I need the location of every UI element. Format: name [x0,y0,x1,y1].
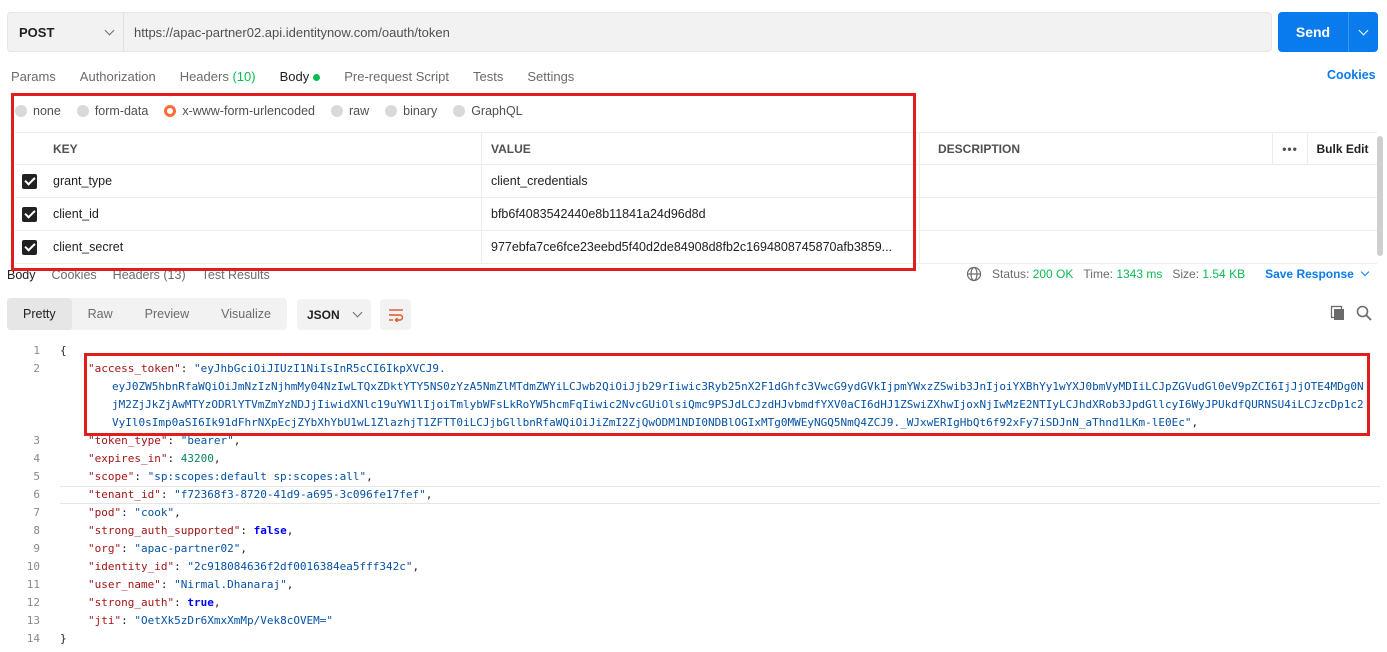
highlight-box-request-body [11,93,916,271]
response-tools [1330,305,1372,321]
line-number: 12 [26,596,40,609]
json-value: false [253,524,287,537]
tab-settings[interactable]: Settings [527,69,574,84]
view-raw[interactable]: Raw [72,298,129,330]
size-value: 1.54 KB [1202,267,1246,281]
more-options-button[interactable]: ••• [1272,133,1307,164]
code-line: "pod": "cook", [88,506,181,519]
method-label: POST [19,24,55,40]
bulk-edit-button[interactable]: Bulk Edit [1307,133,1377,164]
json-value: 43200 [180,452,214,465]
view-visualize[interactable]: Visualize [205,298,287,330]
line-number: 7 [33,506,40,519]
code-line: "jti": "OetXk5zDr6XmxXmMp/Vek8cOVEM=" [88,614,334,627]
tab-authorization[interactable]: Authorization [80,69,156,84]
table-scrollbar[interactable] [1377,136,1383,256]
time-info: Time: 1343 ms [1083,267,1162,281]
highlight-box-access-token [84,353,1370,436]
json-value: "2c918084636f2df0016384ea5fff342c" [187,560,413,573]
code-line: "scope": "sp:scopes:default sp:scopes:al… [88,470,373,483]
chevron-down-icon [104,25,115,35]
line-number: 4 [33,452,40,465]
view-pretty[interactable]: Pretty [7,298,72,330]
response-status-bar: Status: 200 OK Time: 1343 ms Size: 1.54 … [966,266,1370,282]
code-line: "tenant_id": "f72368f3-8720-41d9-a695-3c… [88,488,433,501]
line-number: 5 [33,470,40,483]
json-value: "cook" [134,506,175,519]
time-label: Time: [1083,267,1113,281]
chevron-down-icon [1360,267,1370,277]
cookies-link[interactable]: Cookies [1327,68,1376,82]
save-response-button[interactable]: Save Response [1265,267,1370,281]
json-value: "OetXk5zDr6XmxXmMp/Vek8cOVEM=" [134,614,334,627]
save-response-label: Save Response [1265,267,1354,281]
code-line: "identity_id": "2c918084636f2df0016384ea… [88,560,420,573]
code-line: } [60,632,67,645]
json-value: "sp:scopes:default sp:scopes:all" [147,470,367,483]
chevron-down-icon [1358,25,1369,35]
json-value: "f72368f3-8720-41d9-a695-3c096fe17fef" [174,488,426,501]
tab-params[interactable]: Params [11,69,56,84]
request-tabs: Params Authorization Headers (10) Body P… [11,66,574,86]
line-number: 6 [33,488,40,501]
tab-body-label: Body [279,68,310,84]
status-value: 200 OK [1032,267,1074,281]
description-cell[interactable] [920,165,1377,197]
description-cell[interactable] [920,198,1377,230]
chevron-down-icon [352,307,363,318]
description-cell[interactable] [920,231,1377,263]
line-number: 13 [26,614,40,627]
send-button[interactable]: Send [1278,12,1348,52]
globe-icon[interactable] [966,266,982,282]
line-number: 3 [33,434,40,447]
line-number: 2 [33,362,40,375]
code-line: "expires_in": 43200, [88,452,221,465]
status-info: Status: 200 OK [992,267,1073,281]
send-options-button[interactable] [1348,12,1378,52]
format-label: JSON [307,307,340,322]
method-select[interactable]: POST [8,13,124,51]
request-bar: POST https://apac-partner02.api.identity… [7,12,1272,52]
column-description-header: DESCRIPTION [938,141,1021,156]
size-info: Size: 1.54 KB [1172,267,1245,281]
headers-count: (10) [232,68,256,84]
url-input[interactable]: https://apac-partner02.api.identitynow.c… [124,25,450,40]
code-line: "user_name": "Nirmal.Dhanaraj", [88,578,294,591]
search-icon[interactable] [1356,305,1372,321]
body-indicator-dot [313,73,321,81]
json-value: "Nirmal.Dhanaraj" [174,578,287,591]
tab-prerequest-script[interactable]: Pre-request Script [344,69,449,84]
line-number: 8 [33,524,40,537]
format-select[interactable]: JSON [297,299,371,330]
tab-tests[interactable]: Tests [473,69,503,84]
line-number: 1 [33,344,40,357]
send-button-group: Send [1278,12,1378,52]
line-number: 9 [33,542,40,555]
code-line: "org": "apac-partner02", [88,542,247,555]
tab-body[interactable]: Body [280,69,321,84]
tab-headers-label: Headers [179,68,229,84]
line-number: 14 [26,632,40,645]
time-value: 1343 ms [1116,267,1163,281]
line-number: 11 [26,578,40,591]
tab-headers[interactable]: Headers (10) [180,69,256,84]
wrap-lines-button[interactable] [380,299,411,330]
json-value: "apac-partner02" [134,542,241,555]
code-line: { [60,344,67,357]
status-label: Status: [992,267,1030,281]
size-label: Size: [1172,267,1200,281]
wrap-icon [388,308,403,322]
response-view-tabs: Pretty Raw Preview Visualize [7,298,287,330]
json-value: true [187,596,214,609]
line-number: 10 [26,560,40,573]
code-line: "strong_auth_supported": false, [88,524,294,537]
view-preview[interactable]: Preview [129,298,205,330]
code-line: "strong_auth": true, [88,596,221,609]
copy-icon[interactable] [1330,305,1346,321]
